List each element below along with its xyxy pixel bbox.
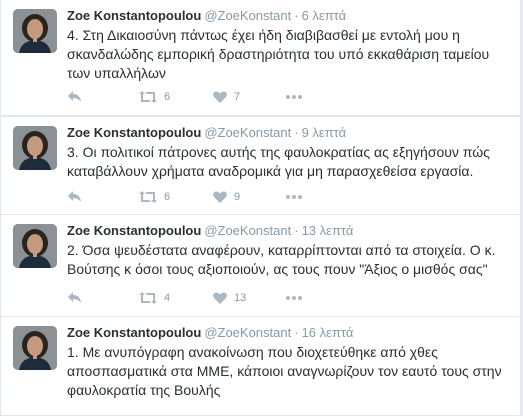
tweet-header: Zoe Konstantopoulou @ZoeKonstant · 6 λεπτά <box>67 7 512 25</box>
avatar[interactable] <box>13 326 57 370</box>
retweet-icon <box>139 191 157 203</box>
more-icon <box>286 195 302 199</box>
retweet-icon <box>139 91 157 103</box>
retweet-count: 6 <box>164 191 171 203</box>
avatar[interactable] <box>13 9 57 53</box>
separator: · <box>294 223 299 238</box>
like-count: 7 <box>234 91 241 103</box>
author-handle[interactable]: @ZoeKonstant <box>204 223 291 238</box>
avatar[interactable] <box>13 224 57 268</box>
heart-icon <box>213 292 227 304</box>
separator: · <box>294 8 299 23</box>
author-name[interactable]: Zoe Konstantopoulou <box>67 325 201 340</box>
reply-button[interactable] <box>67 291 83 305</box>
author-handle[interactable]: @ZoeKonstant <box>204 125 291 140</box>
retweet-button[interactable]: 4 <box>138 291 170 305</box>
tweet-text: 2. Όσα ψευδέστατα αναφέρουν, καταρρίπτον… <box>67 242 496 277</box>
avatar[interactable] <box>13 126 57 170</box>
avatar-photo <box>13 9 57 53</box>
reply-icon <box>68 91 81 102</box>
more-button[interactable] <box>285 90 303 104</box>
retweet-icon <box>139 292 157 304</box>
tweet-card[interactable]: Zoe Konstantopoulou @ZoeKonstant · 16 λεπτά… <box>0 316 521 416</box>
reply-button[interactable] <box>67 190 83 204</box>
tweet-card[interactable]: Zoe Konstantopoulou @ZoeKonstant · 9 λεπτά … <box>0 116 521 215</box>
retweet-count: 6 <box>164 91 171 103</box>
tweet-text: 3. Οι πολιτικοί πάτρονες αυτής της φαυλο… <box>67 144 490 179</box>
separator: · <box>294 125 299 140</box>
tweet-card[interactable]: Zoe Konstantopoulou @ZoeKonstant · 13 λεπτά… <box>0 214 521 317</box>
like-button[interactable]: 13 <box>212 291 246 305</box>
author-handle[interactable]: @ZoeKonstant <box>204 8 291 23</box>
tweet-header: Zoe Konstantopoulou @ZoeKonstant · 16 λεπτά <box>67 324 512 342</box>
timestamp[interactable]: 9 λεπτά <box>302 125 347 140</box>
retweet-button[interactable]: 6 <box>138 190 170 204</box>
timestamp[interactable]: 6 λεπτά <box>302 8 347 23</box>
retweet-count: 4 <box>164 292 171 304</box>
like-button[interactable]: 7 <box>212 90 240 104</box>
like-count: 13 <box>234 292 247 304</box>
reply-button[interactable] <box>67 90 83 104</box>
tweet-header: Zoe Konstantopoulou @ZoeKonstant · 9 λεπτά <box>67 124 512 142</box>
avatar-photo <box>13 126 57 170</box>
separator: · <box>294 325 299 340</box>
author-name[interactable]: Zoe Konstantopoulou <box>67 8 201 23</box>
more-icon <box>286 296 302 300</box>
heart-icon <box>213 191 227 203</box>
retweet-button[interactable]: 6 <box>138 90 170 104</box>
tweet-timeline: Zoe Konstantopoulou @ZoeKonstant · 6 λεπτά … <box>0 0 523 416</box>
reply-icon <box>68 292 81 303</box>
timestamp[interactable]: 13 λεπτά <box>302 223 354 238</box>
more-button[interactable] <box>285 190 303 204</box>
timestamp[interactable]: 16 λεπτά <box>302 325 354 340</box>
like-count: 9 <box>234 191 241 203</box>
more-button[interactable] <box>285 291 303 305</box>
tweet-header: Zoe Konstantopoulou @ZoeKonstant · 13 λεπτά <box>67 222 512 240</box>
tweet-text: 4. Στη Δικαιοσύνη πάντως έχει ήδη διαβιβ… <box>67 27 490 81</box>
reply-icon <box>68 191 81 202</box>
author-name[interactable]: Zoe Konstantopoulou <box>67 223 201 238</box>
author-name[interactable]: Zoe Konstantopoulou <box>67 125 201 140</box>
avatar-photo <box>13 326 57 370</box>
like-button[interactable]: 9 <box>212 190 240 204</box>
author-handle[interactable]: @ZoeKonstant <box>204 325 291 340</box>
tweet-card[interactable]: Zoe Konstantopoulou @ZoeKonstant · 6 λεπτά … <box>0 0 521 116</box>
more-icon <box>286 95 302 99</box>
heart-icon <box>213 91 227 103</box>
tweet-text: 1. Με ανυπόγραφη ανακοίνωση που διοχετεύ… <box>67 344 502 398</box>
avatar-photo <box>13 224 57 268</box>
